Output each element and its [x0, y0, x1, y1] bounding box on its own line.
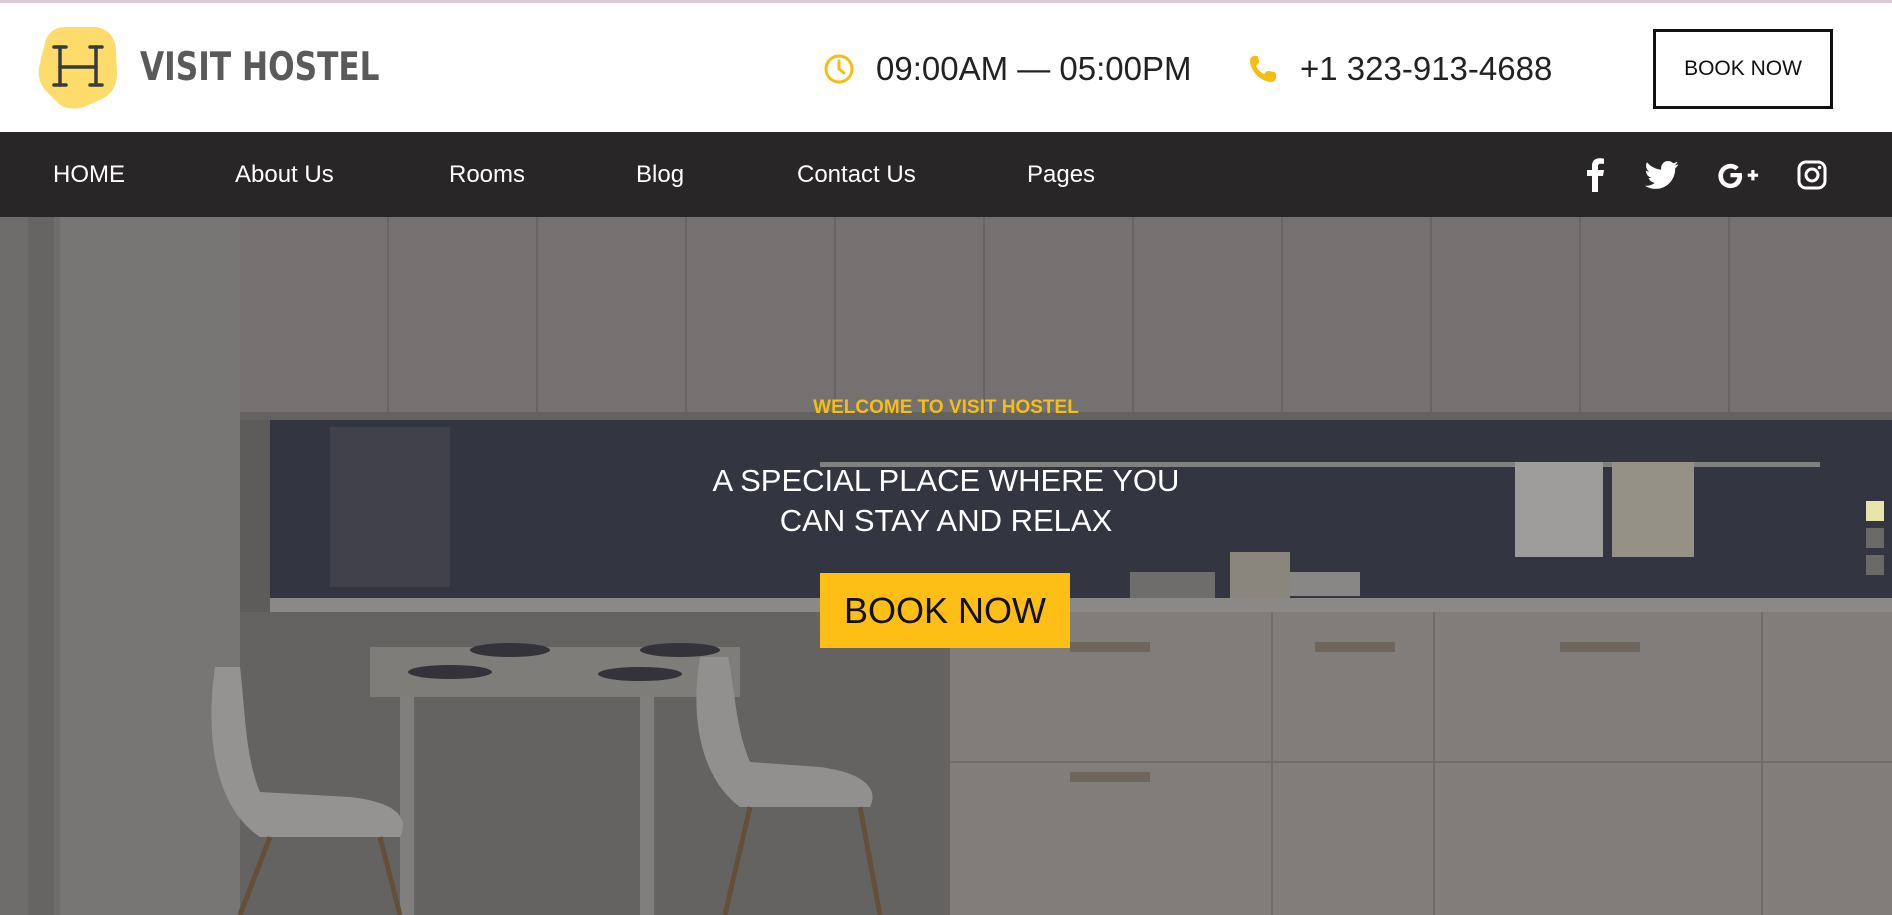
nav-item-rooms[interactable]: Rooms	[449, 132, 525, 217]
site-logo[interactable]: VISIT HOSTEL	[38, 25, 380, 109]
hero-headline-line-1: A SPECIAL PLACE WHERE YOU	[712, 463, 1180, 498]
google-plus-icon[interactable]	[1717, 132, 1759, 217]
twitter-icon[interactable]	[1641, 132, 1683, 217]
nav-item-about-us[interactable]: About Us	[235, 132, 334, 217]
facebook-icon[interactable]	[1574, 132, 1616, 217]
opening-hours: 09:00AM — 05:00PM	[822, 47, 1192, 91]
main-navigation: HOME About Us Rooms Blog Contact Us Page…	[0, 132, 1892, 217]
nav-item-pages[interactable]: Pages	[1027, 132, 1095, 217]
slider-pagination	[1860, 501, 1892, 582]
phone-contact[interactable]: +1 323-913-4688	[1246, 47, 1552, 91]
hero-welcome-text: WELCOME TO VISIT HOSTEL	[813, 397, 1079, 418]
instagram-icon[interactable]	[1791, 132, 1833, 217]
hours-text: 09:00AM — 05:00PM	[876, 50, 1192, 87]
slider-dot-3[interactable]	[1866, 555, 1884, 575]
nav-item-contact-us[interactable]: Contact Us	[797, 132, 916, 217]
slider-dot-2[interactable]	[1866, 528, 1884, 548]
clock-icon	[822, 52, 856, 86]
phone-icon	[1246, 52, 1280, 86]
hostel-bed-icon	[38, 25, 118, 109]
hero-headline-line-2: CAN STAY AND RELAX	[779, 503, 1113, 538]
book-now-hero-button[interactable]: BOOK NOW	[820, 573, 1070, 648]
logo-text: VISIT HOSTEL	[140, 44, 380, 90]
nav-item-home[interactable]: HOME	[53, 132, 125, 217]
slider-dot-1[interactable]	[1866, 501, 1884, 521]
hero-banner: WELCOME TO VISIT HOSTEL A SPECIAL PLACE …	[0, 217, 1892, 915]
phone-number: +1 323-913-4688	[1300, 50, 1553, 87]
nav-item-blog[interactable]: Blog	[636, 132, 684, 217]
hero-headline: A SPECIAL PLACE WHERE YOU CAN STAY AND R…	[696, 461, 1196, 541]
hero-overlay	[0, 217, 1892, 915]
book-now-header-button[interactable]: BOOK NOW	[1653, 29, 1833, 109]
site-header: VISIT HOSTEL 09:00AM — 05:00PM +1 323-91…	[0, 3, 1892, 132]
